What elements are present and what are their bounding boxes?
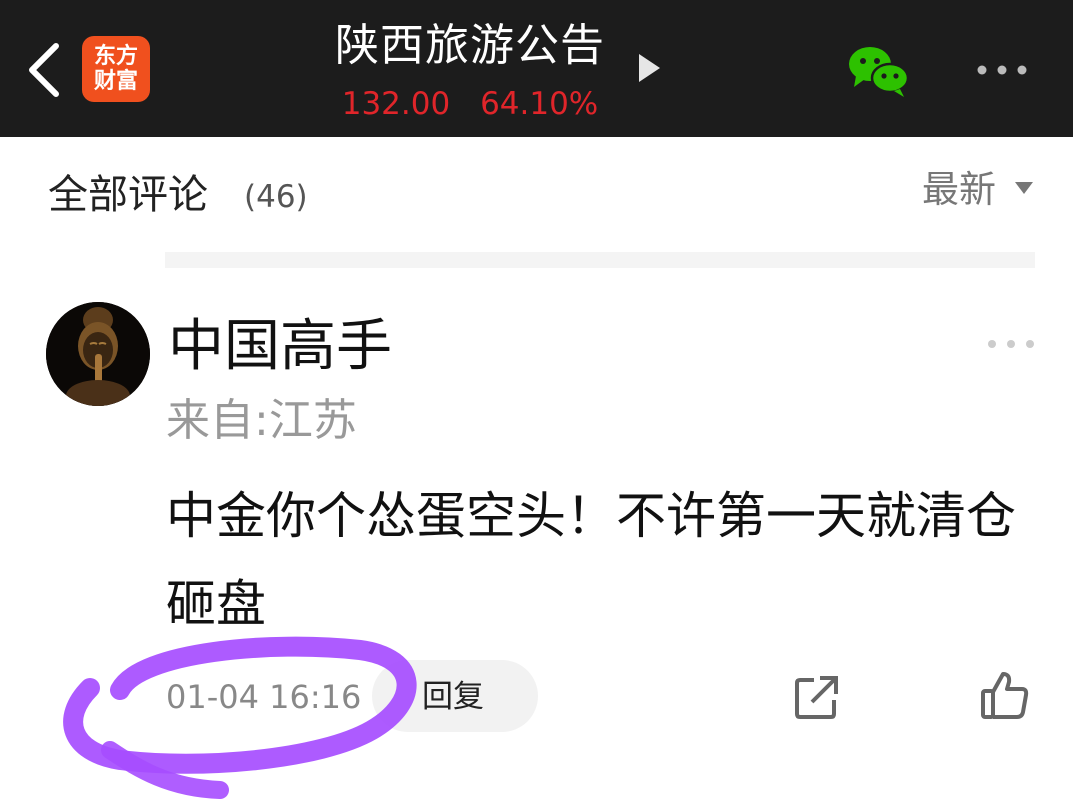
logo-line1: 东方 bbox=[93, 44, 138, 69]
avatar[interactable] bbox=[46, 302, 150, 406]
chevron-left-icon[interactable] bbox=[22, 40, 68, 100]
caret-down-icon[interactable] bbox=[1014, 181, 1034, 195]
username[interactable]: 中国高手 bbox=[168, 310, 392, 384]
stock-price-line: 132.00 64.10% bbox=[300, 84, 640, 124]
wechat-icon[interactable] bbox=[846, 42, 910, 98]
stock-change: 64.10% bbox=[480, 86, 599, 122]
comments-header: 全部评论 bbox=[48, 172, 208, 218]
logo-line2: 财富 bbox=[93, 69, 138, 94]
buddha-avatar-image bbox=[46, 302, 150, 406]
more-horizontal-icon[interactable] bbox=[986, 334, 1036, 354]
reply-button-label[interactable]: 回复 bbox=[422, 676, 484, 718]
app-logo[interactable]: 东方 财富 bbox=[82, 36, 150, 102]
post-content: 中金你个怂蛋空头！不许第一天就清仓砸盘 bbox=[166, 487, 1016, 633]
top-bar: 东方 财富 陕西旅游公告 132.00 64.10% bbox=[0, 0, 1073, 137]
comments-count: (46) bbox=[244, 179, 308, 215]
triangle-right-icon[interactable] bbox=[636, 52, 662, 84]
share-external-icon[interactable] bbox=[792, 672, 842, 722]
user-location: 来自:江苏 bbox=[166, 395, 357, 446]
thumbs-up-icon[interactable] bbox=[980, 670, 1030, 720]
post-time: 01-04 16:16 bbox=[166, 678, 362, 716]
stock-title[interactable]: 陕西旅游公告 bbox=[300, 18, 640, 74]
stock-price: 132.00 bbox=[341, 86, 451, 122]
more-horizontal-icon[interactable] bbox=[974, 58, 1034, 82]
section-divider bbox=[165, 252, 1035, 268]
sort-dropdown[interactable]: 最新 bbox=[922, 160, 996, 220]
